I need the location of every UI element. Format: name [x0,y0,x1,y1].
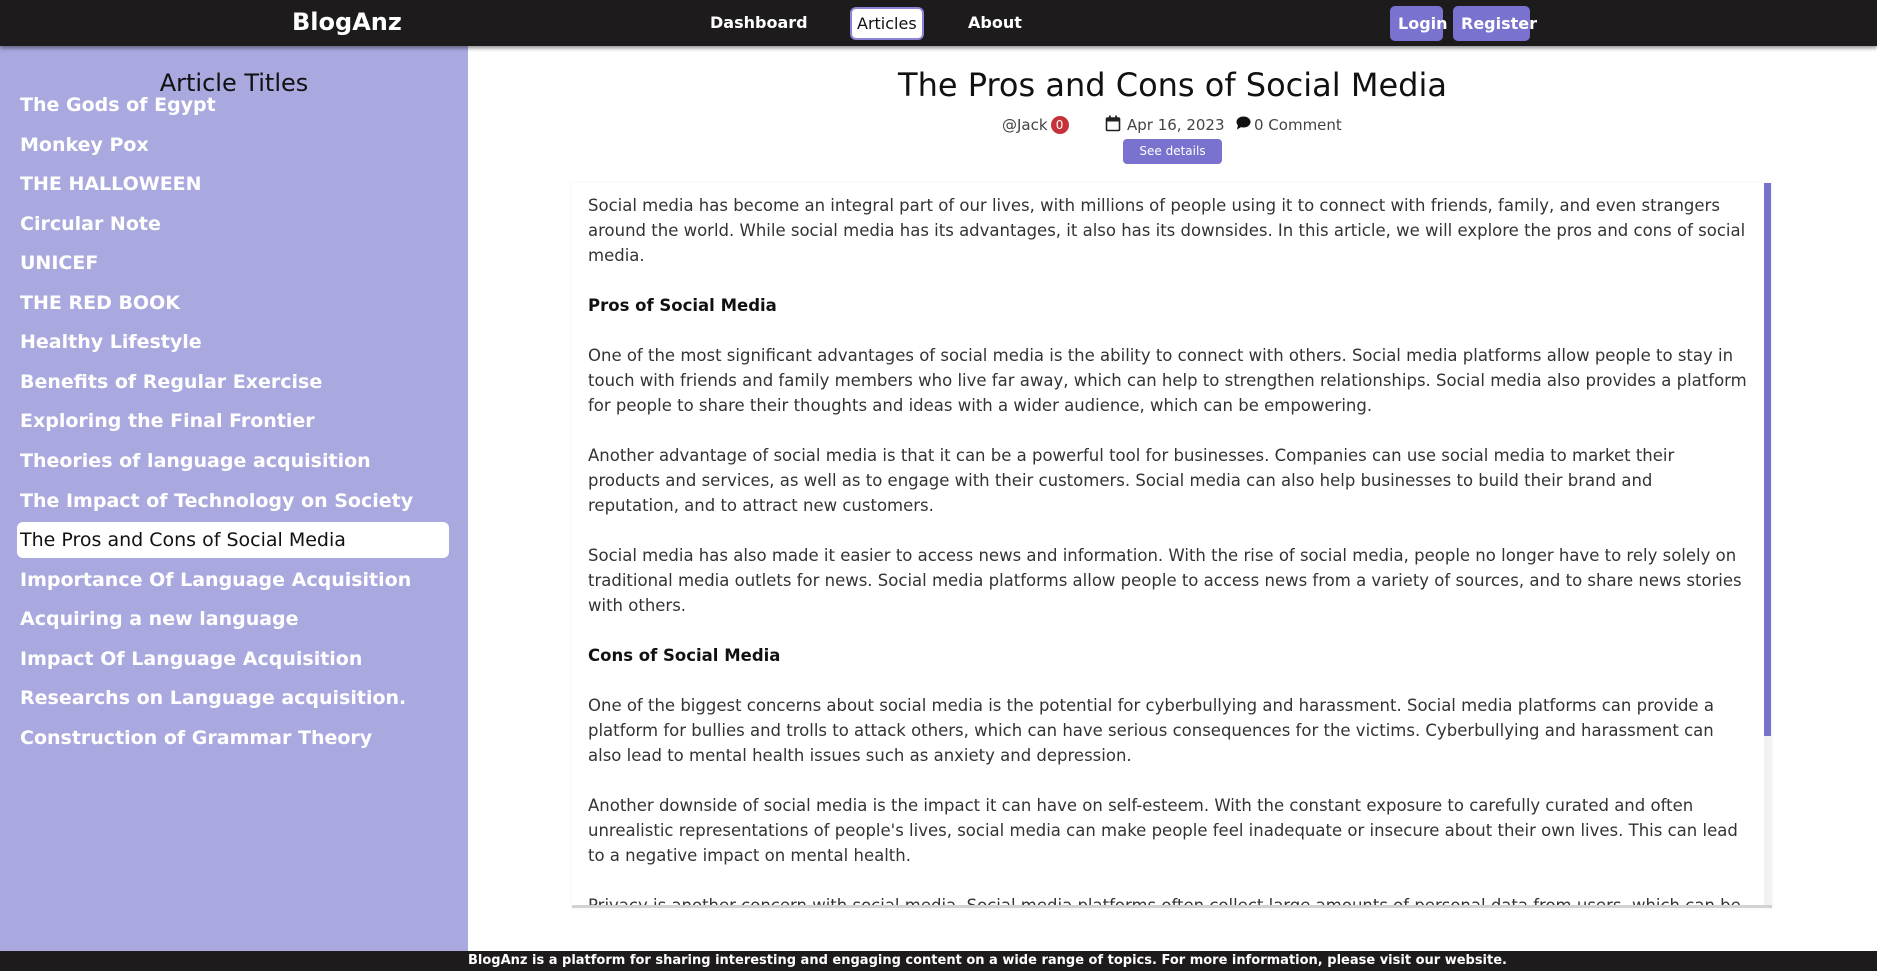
article-paragraph: Social media has also made it easier to … [588,546,1742,615]
sidebar-item-benefits-of-regular-exercise[interactable]: Benefits of Regular Exercise [17,364,449,400]
sidebar-item-healthy-lifestyle[interactable]: Healthy Lifestyle [17,324,449,360]
sidebar-item-the-red-book[interactable]: THE RED BOOK [17,285,449,321]
article-paragraph: Privacy is another concern with social m… [588,896,1741,908]
section-heading-pros: Pros of Social Media [588,296,777,315]
footer-text: BlogAnz is a platform for sharing intere… [468,953,1507,968]
sidebar-item-impact-of-language-acquisition[interactable]: Impact Of Language Acquisition [17,641,449,677]
register-button[interactable]: Register [1453,6,1537,41]
article-comments[interactable]: 0 Comment [1236,113,1342,137]
top-navbar: BlogAnz Dashboard Articles About Login R… [0,0,1877,46]
article-paragraph: Another advantage of social media is tha… [588,446,1675,515]
nav-articles-link[interactable]: Articles [850,7,924,40]
article-author[interactable]: @Jack 0 [1002,113,1069,137]
article-date: Apr 16, 2023 [1105,113,1225,137]
comments-text[interactable]: 0 Comment [1254,116,1342,134]
sidebar-item-circular-note[interactable]: Circular Note [17,206,449,242]
sidebar-item-impact-of-technology[interactable]: The Impact of Technology on Society [17,483,449,519]
article-paragraph: One of the most significant advantages o… [588,346,1747,415]
sidebar-item-the-gods-of-egypt[interactable]: The Gods of Egypt [17,87,449,123]
sidebar-item-pros-and-cons-social-media[interactable]: The Pros and Cons of Social Media [17,522,449,558]
footer: BlogAnz is a platform for sharing intere… [0,951,1877,971]
sidebar-item-researchs-on-language-acquisition[interactable]: Researchs on Language acquisition. [17,680,449,716]
sidebar-item-construction-of-grammar-theory[interactable]: Construction of Grammar Theory [17,720,449,756]
article-scrollbar-thumb[interactable] [1764,183,1771,736]
article-body: Social media has become an integral part… [588,193,1748,908]
sidebar-item-unicef[interactable]: UNICEF [17,245,449,281]
nav-dashboard-link[interactable]: Dashboard [705,6,813,40]
sidebar: Article Titles The Gods of Egypt Monkey … [0,46,468,951]
sidebar-item-monkey-pox[interactable]: Monkey Pox [17,127,449,163]
login-button[interactable]: Login [1390,6,1448,41]
article-title: The Pros and Cons of Social Media [898,66,1447,104]
nav-about-link[interactable]: About [963,6,1027,40]
author-badge: 0 [1050,116,1069,134]
sidebar-item-acquiring-a-new-language[interactable]: Acquiring a new language [17,601,449,637]
section-heading-cons: Cons of Social Media [588,646,781,665]
article-main: The Pros and Cons of Social Media @Jack … [468,46,1877,951]
date-text: Apr 16, 2023 [1127,116,1225,134]
sidebar-item-theories-of-language-acquisition[interactable]: Theories of language acquisition [17,443,449,479]
article-scrollbar[interactable] [1764,183,1772,905]
calendar-icon [1105,115,1121,136]
author-name[interactable]: @Jack [1002,116,1048,134]
article-paragraph: Social media has become an integral part… [588,196,1746,265]
sidebar-item-the-halloween[interactable]: THE HALLOWEEN [17,166,449,202]
article-paragraph: Another downside of social media is the … [588,796,1738,865]
article-paragraph: One of the biggest concerns about social… [588,696,1714,765]
sidebar-item-exploring-the-final-frontier[interactable]: Exploring the Final Frontier [17,403,449,439]
sidebar-item-importance-of-language-acquisition[interactable]: Importance Of Language Acquisition [17,562,449,598]
article-content-box[interactable]: Social media has become an integral part… [572,183,1772,908]
comment-icon [1236,116,1251,134]
see-details-button[interactable]: See details [1123,139,1222,164]
brand-logo[interactable]: BlogAnz [292,8,402,36]
